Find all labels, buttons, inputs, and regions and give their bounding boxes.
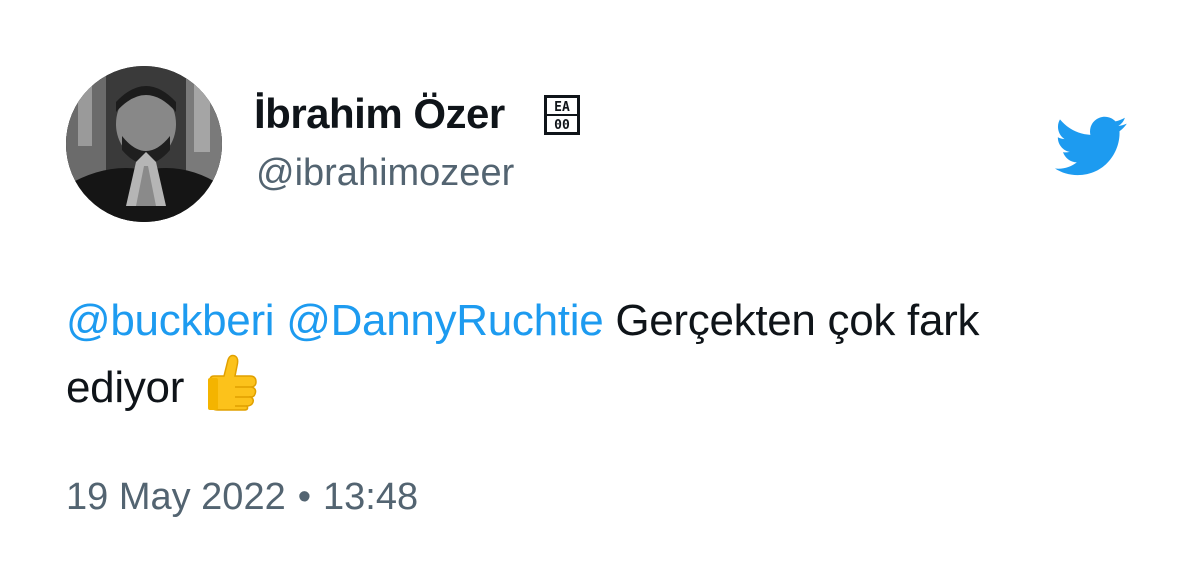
svg-text:EA: EA bbox=[554, 100, 570, 115]
avatar[interactable] bbox=[66, 66, 222, 222]
tweet-text-line-1: Gerçekten çok fark bbox=[615, 296, 980, 345]
tweet-text: @buckberi @DannyRuchtie Gerçekten çok fa… bbox=[66, 290, 1136, 419]
thumbs-up-emoji bbox=[207, 354, 257, 411]
tweet-card: İbrahim Özer EA 00 @ibrahimozeer @buckbe… bbox=[0, 0, 1200, 585]
twitter-bird-icon[interactable] bbox=[1044, 108, 1136, 184]
ea-badge-icon: EA 00 bbox=[544, 95, 580, 135]
svg-text:00: 00 bbox=[554, 118, 570, 133]
timestamp[interactable]: 19 May 2022 • 13:48 bbox=[66, 476, 418, 519]
avatar-photo bbox=[66, 66, 222, 222]
user-handle[interactable]: @ibrahimozeer bbox=[256, 152, 514, 195]
tweet-time: 13:48 bbox=[323, 476, 419, 518]
tweet-date: 19 May 2022 bbox=[66, 476, 286, 518]
mention-link[interactable]: @DannyRuchtie bbox=[286, 296, 603, 345]
separator-dot: • bbox=[297, 476, 312, 518]
tweet-text-line-2: ediyor bbox=[66, 363, 185, 412]
mention-link[interactable]: @buckberi bbox=[66, 296, 275, 345]
display-name[interactable]: İbrahim Özer bbox=[254, 90, 505, 138]
